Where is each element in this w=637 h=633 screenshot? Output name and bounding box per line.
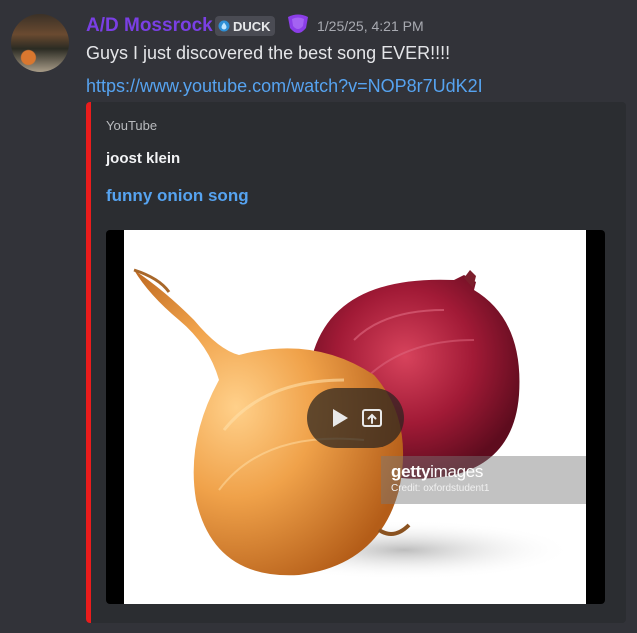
watermark-credit: Credit: oxfordstudent1 [391, 483, 490, 494]
getty-watermark: gettyimages Credit: oxfordstudent1 [381, 456, 586, 504]
guild-tag-label: DUCK [233, 18, 271, 34]
embed-provider[interactable]: YouTube [106, 118, 157, 133]
avatar-image [11, 14, 69, 72]
watermark-logo-bold: getty [391, 462, 431, 481]
link-embed: YouTube joost klein funny onion song get… [86, 102, 626, 623]
user-avatar[interactable] [11, 14, 69, 72]
watermark-logo-light: images [430, 462, 484, 481]
play-icon[interactable] [329, 407, 351, 429]
message-content: Guys I just discovered the best song EVE… [86, 43, 451, 63]
video-thumbnail[interactable]: gettyimages Credit: oxfordstudent1 [106, 230, 605, 604]
embed-author[interactable]: joost klein [106, 150, 180, 167]
message-link[interactable]: https://www.youtube.com/watch?v=NOP8r7Ud… [86, 76, 483, 97]
popout-icon[interactable] [361, 407, 383, 429]
purple-badge-icon[interactable] [285, 13, 311, 37]
video-controls[interactable] [307, 388, 404, 448]
water-drop-icon [218, 20, 230, 32]
username[interactable]: A/D Mossrock [86, 15, 213, 37]
embed-title-link[interactable]: funny onion song [106, 186, 249, 206]
guild-tag[interactable]: DUCK [215, 16, 275, 36]
message-timestamp[interactable]: 1/25/25, 4:21 PM [317, 18, 424, 34]
